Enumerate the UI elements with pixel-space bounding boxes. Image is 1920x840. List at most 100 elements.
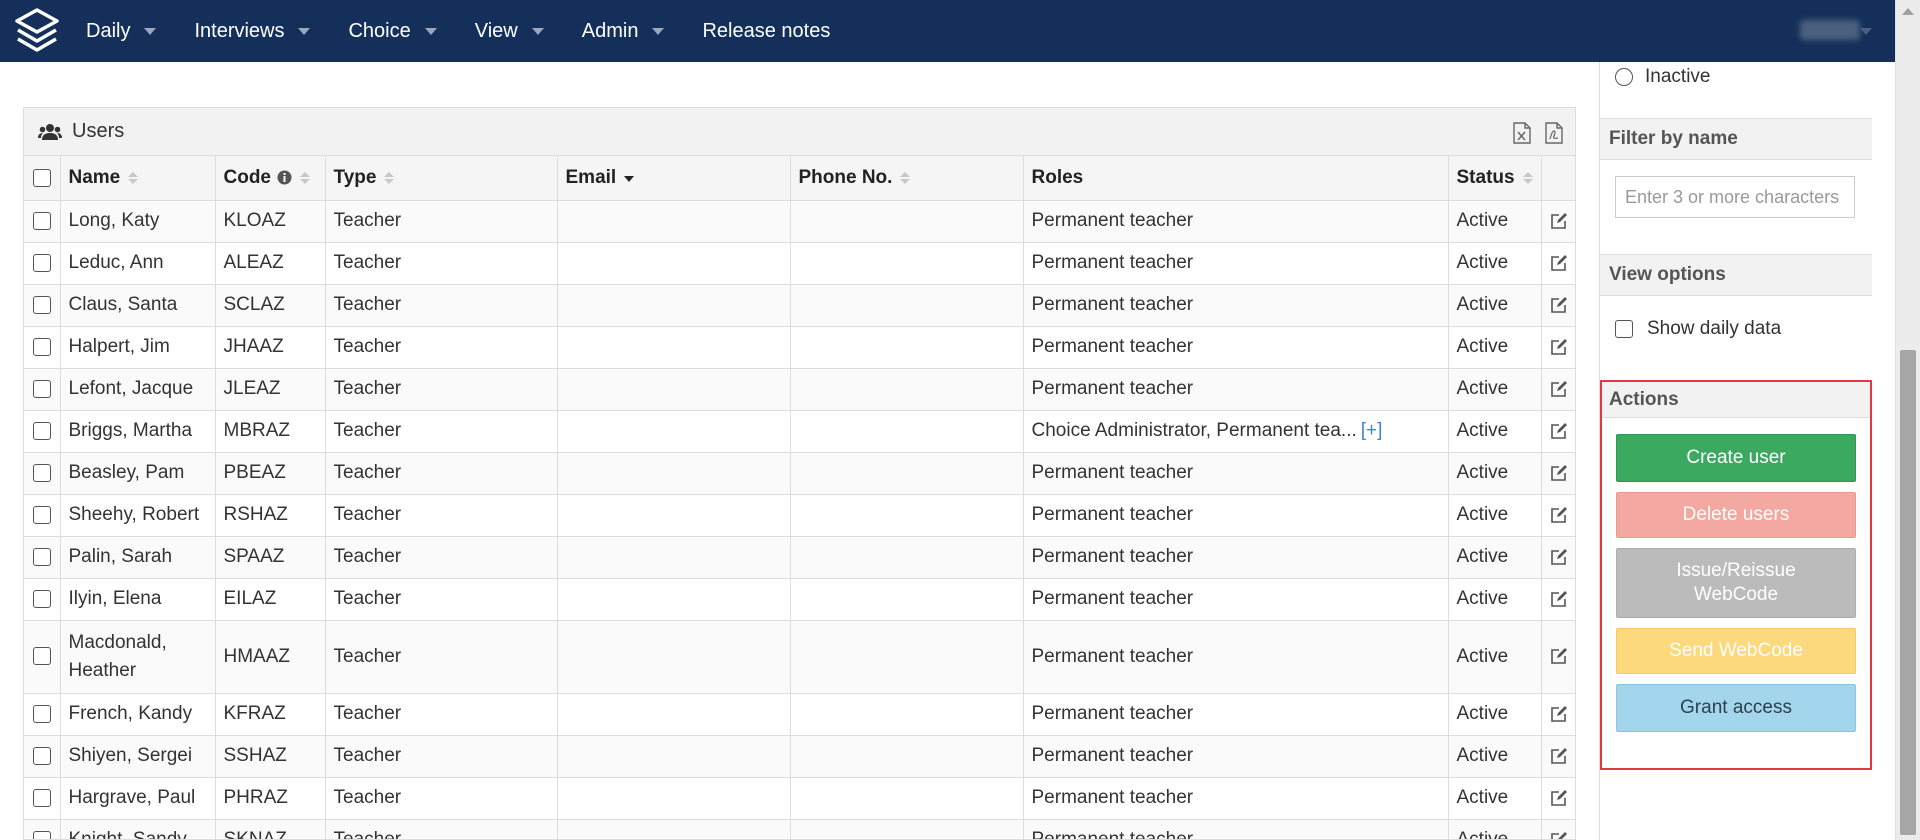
status-filter-inactive[interactable]: Inactive [1615, 62, 1710, 92]
send-webcode-button[interactable]: Send WebCode [1616, 628, 1856, 674]
cell-type-text: Teacher [333, 787, 402, 808]
row-checkbox[interactable] [32, 830, 51, 839]
cell-email [557, 242, 791, 285]
edit-icon[interactable] [1550, 590, 1568, 608]
table-row[interactable]: Hargrave, Paul PHRAZ Teacher Permanent teac… [24, 777, 1575, 820]
edit-icon[interactable] [1550, 296, 1568, 314]
row-checkbox[interactable] [32, 253, 51, 272]
show-daily-option[interactable]: Show daily data [1615, 314, 1781, 344]
row-select-cell [24, 735, 61, 778]
chevron-down-icon[interactable] [531, 27, 544, 35]
table-row[interactable]: Macdonald, Heather HMAAZ Teacher Permanent … [24, 620, 1575, 694]
issue-webcode-button[interactable]: Issue/Reissue WebCode [1616, 548, 1856, 618]
sort-icon[interactable] [128, 171, 139, 185]
edit-cell [1541, 494, 1575, 537]
sort-icon[interactable] [1522, 171, 1533, 185]
edit-icon[interactable] [1550, 254, 1568, 272]
chevron-down-icon[interactable] [652, 27, 665, 35]
delete-users-button[interactable]: Delete users [1616, 492, 1856, 538]
pdf-export-icon[interactable] [1545, 122, 1563, 144]
row-checkbox[interactable] [32, 379, 51, 398]
sort-icon[interactable] [900, 171, 911, 185]
column-header-email[interactable]: Email [557, 156, 791, 201]
nav-item-view[interactable]: View [475, 20, 544, 43]
chevron-down-icon[interactable] [144, 27, 157, 35]
nav-item-daily[interactable]: Daily [86, 20, 157, 43]
cell-email [557, 452, 791, 495]
expand-roles-link[interactable]: [+] [1361, 420, 1383, 441]
edit-icon[interactable] [1550, 212, 1568, 230]
table-row[interactable]: Palin, Sarah SPAAZ Teacher Permanent teache… [24, 536, 1575, 579]
table-row[interactable]: Leduc, Ann ALEAZ Teacher Permanent teacher A… [24, 242, 1575, 285]
row-checkbox[interactable] [32, 505, 51, 524]
edit-icon[interactable] [1550, 506, 1568, 524]
user-menu[interactable] [1800, 20, 1860, 40]
edit-icon[interactable] [1550, 422, 1568, 440]
row-checkbox[interactable] [32, 337, 51, 356]
table-row[interactable]: Knight, Sandy SKNAZ Teacher Permanent teach… [24, 819, 1575, 840]
cell-code-text: MBRAZ [223, 420, 291, 441]
row-checkbox[interactable] [32, 589, 51, 608]
edit-icon[interactable] [1550, 705, 1568, 723]
page-scrollbar[interactable] [1895, 0, 1920, 840]
edit-icon[interactable] [1550, 548, 1568, 566]
table-row[interactable]: Sheehy, Robert RSHAZ Teacher Permanent teac… [24, 494, 1575, 537]
table-row[interactable]: Shiyen, Sergei SSHAZ Teacher Permanent teac… [24, 735, 1575, 778]
row-checkbox[interactable] [32, 547, 51, 566]
chevron-down-icon[interactable] [424, 27, 437, 35]
grant-access-button[interactable]: Grant access [1616, 684, 1856, 732]
show-daily-checkbox[interactable] [1615, 320, 1633, 338]
row-checkbox[interactable] [32, 295, 51, 314]
nav-item-label: Admin [581, 19, 639, 42]
chevron-down-icon[interactable] [1860, 28, 1872, 35]
row-checkbox[interactable] [32, 647, 51, 666]
table-row[interactable]: Lefont, Jacque JLEAZ Teacher Permanent teac… [24, 368, 1575, 411]
nav-item-choice[interactable]: Choice [348, 20, 437, 43]
row-checkbox[interactable] [32, 746, 51, 765]
scroll-up-icon[interactable] [1902, 8, 1914, 15]
row-checkbox[interactable] [32, 788, 51, 807]
stacked-layers-logo-icon[interactable] [12, 6, 62, 56]
table-row[interactable]: Halpert, Jim JHAAZ Teacher Permanent teache… [24, 326, 1575, 369]
column-header-type[interactable]: Type [325, 156, 558, 201]
sort-icon[interactable] [384, 171, 395, 185]
edit-icon[interactable] [1550, 380, 1568, 398]
sort-icon[interactable] [300, 171, 310, 185]
row-checkbox[interactable] [32, 421, 51, 440]
table-row[interactable]: Briggs, Martha MBRAZ Teacher Choice Adminis… [24, 410, 1575, 453]
edit-cell [1541, 578, 1575, 621]
nav-item-interviews[interactable]: Interviews [194, 20, 311, 43]
edit-icon[interactable] [1550, 647, 1568, 665]
table-row[interactable]: Ilyin, Elena EILAZ Teacher Permanent teache… [24, 578, 1575, 621]
inactive-radio[interactable] [1615, 68, 1633, 86]
nav-item-release-notes[interactable]: Release notes [702, 20, 830, 43]
name-filter-input[interactable]: Enter 3 or more characters [1615, 176, 1855, 218]
create-user-button[interactable]: Create user [1616, 434, 1856, 482]
table-row[interactable]: Claus, Santa SCLAZ Teacher Permanent teache… [24, 284, 1575, 327]
column-header-phone[interactable]: Phone No. [790, 156, 1024, 201]
edit-icon[interactable] [1550, 464, 1568, 482]
column-header-name[interactable]: Name [60, 156, 216, 201]
select-all-checkbox[interactable] [32, 168, 51, 187]
nav-item-admin[interactable]: Admin [582, 20, 665, 43]
excel-export-icon[interactable] [1513, 122, 1531, 144]
table-row[interactable]: Long, Katy KLOAZ Teacher Permanent teacher A… [24, 200, 1575, 243]
column-header-code[interactable]: Code [215, 156, 326, 201]
table-row[interactable]: French, Kandy KFRAZ Teacher Permanent teach… [24, 693, 1575, 736]
cell-name-text: Long, Katy [68, 210, 160, 231]
sort-desc-icon[interactable] [624, 171, 635, 185]
row-checkbox[interactable] [32, 463, 51, 482]
chevron-down-icon[interactable] [298, 27, 311, 35]
edit-icon[interactable] [1550, 747, 1568, 765]
cell-name: Leduc, Ann [60, 242, 216, 285]
row-checkbox[interactable] [32, 211, 51, 230]
table-row[interactable]: Beasley, Pam PBEAZ Teacher Permanent teache… [24, 452, 1575, 495]
edit-icon[interactable] [1550, 338, 1568, 356]
row-checkbox[interactable] [32, 704, 51, 723]
column-header-status[interactable]: Status [1448, 156, 1542, 201]
main-menu: Daily Interviews Choice View Admin Release no… [86, 0, 868, 62]
scroll-thumb[interactable] [1900, 350, 1916, 835]
edit-icon[interactable] [1550, 831, 1568, 840]
info-icon[interactable] [277, 170, 292, 185]
edit-icon[interactable] [1550, 789, 1568, 807]
